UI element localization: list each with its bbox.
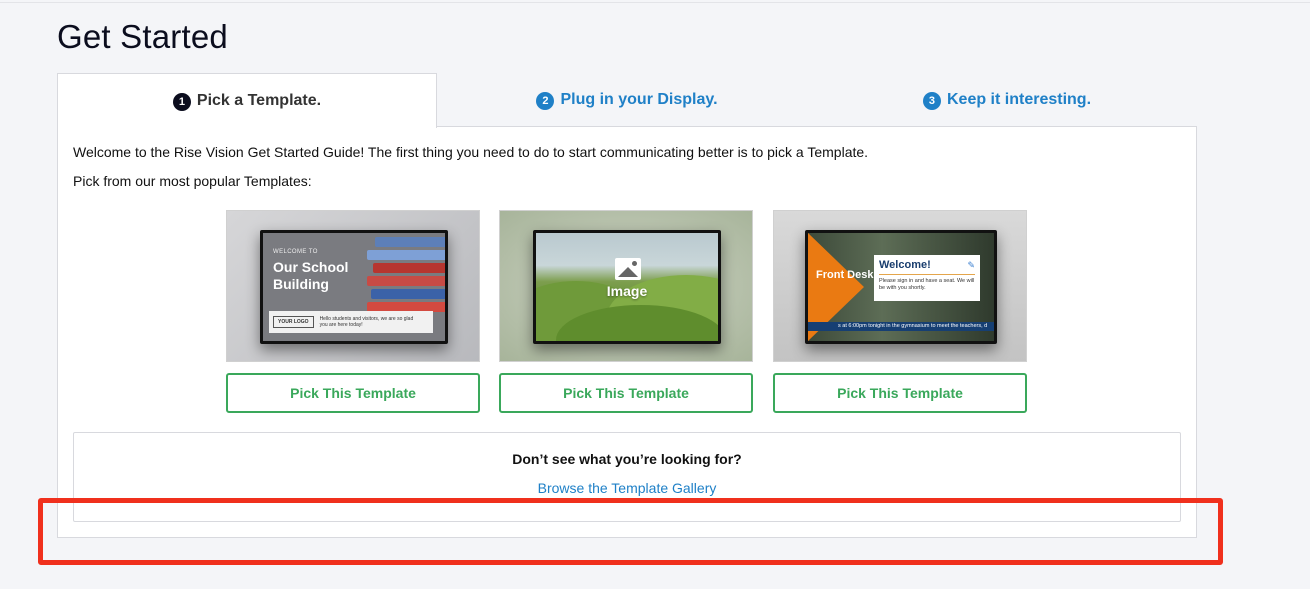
welcome-title: Welcome! — [879, 259, 931, 271]
welcome-message: Please sign in and have a seat. We will … — [879, 278, 975, 291]
page-title: Get Started — [57, 18, 228, 55]
ticker-text: s at 6:00pm tonight in the gymnasium to … — [808, 322, 994, 331]
tab-label: Pick a Template. — [196, 92, 322, 109]
front-desk-label: Front Desk — [816, 269, 874, 281]
browse-gallery-link[interactable]: Browse the Template Gallery — [538, 480, 717, 496]
welcome-card: ✎ Welcome! Please sign in and have a sea… — [874, 255, 980, 301]
top-divider — [0, 2, 1310, 3]
step-number-2: 2 — [536, 92, 555, 110]
tab-pick-template[interactable]: 1 Pick a Template. — [57, 73, 437, 128]
tab-label: Keep it interesting. — [946, 91, 1092, 108]
pick-template-button-3[interactable]: Pick This Template — [773, 373, 1027, 413]
intro-text: Welcome to the Rise Vision Get Started G… — [73, 144, 869, 160]
image-icon — [615, 258, 641, 280]
welcome-label: WELCOME TO — [273, 249, 318, 255]
pick-template-button-2[interactable]: Pick This Template — [499, 373, 753, 413]
logo-placeholder: YOUR LOGO — [273, 316, 314, 328]
step-tabs: 1 Pick a Template. 2 Plug in your Displa… — [57, 73, 1197, 128]
intro-subtext: Pick from our most popular Templates: — [73, 173, 312, 189]
template-card-front-desk: Front Desk ✎ Welcome! Please sign in and… — [773, 210, 1027, 413]
template-headline: Our School Building — [273, 259, 349, 292]
pick-template-button-1[interactable]: Pick This Template — [226, 373, 480, 413]
template-thumbnail-front-desk[interactable]: Front Desk ✎ Welcome! Please sign in and… — [773, 210, 1027, 362]
step-number-1: 1 — [172, 93, 191, 111]
display-frame: WELCOME TO Our School Building YOUR LOGO… — [260, 230, 448, 344]
tab-keep-interesting[interactable]: 3 Keep it interesting. — [817, 73, 1197, 127]
template-thumbnail-image[interactable]: Image — [499, 210, 753, 362]
template-card-image: Image Pick This Template — [499, 210, 753, 413]
template-footer: YOUR LOGO Hello students and visitors, w… — [269, 311, 433, 333]
tab-plug-in-display[interactable]: 2 Plug in your Display. — [437, 73, 817, 127]
template-gallery-box: Don’t see what you’re looking for? Brows… — [73, 432, 1181, 522]
template-thumbnail-school[interactable]: WELCOME TO Our School Building YOUR LOGO… — [226, 210, 480, 362]
image-label: Image — [606, 283, 648, 299]
template-card-school: WELCOME TO Our School Building YOUR LOGO… — [226, 210, 480, 413]
tab-label: Plug in your Display. — [560, 91, 718, 108]
template-message: Hello students and visitors, we are so g… — [319, 316, 414, 328]
step-number-3: 3 — [922, 92, 941, 110]
looking-heading: Don’t see what you’re looking for? — [512, 451, 742, 467]
display-frame: Image — [533, 230, 721, 344]
books-image — [367, 237, 445, 315]
display-frame: Front Desk ✎ Welcome! Please sign in and… — [805, 230, 997, 344]
sign-in-icon: ✎ — [967, 260, 975, 270]
tab-panel: Welcome to the Rise Vision Get Started G… — [57, 126, 1197, 538]
